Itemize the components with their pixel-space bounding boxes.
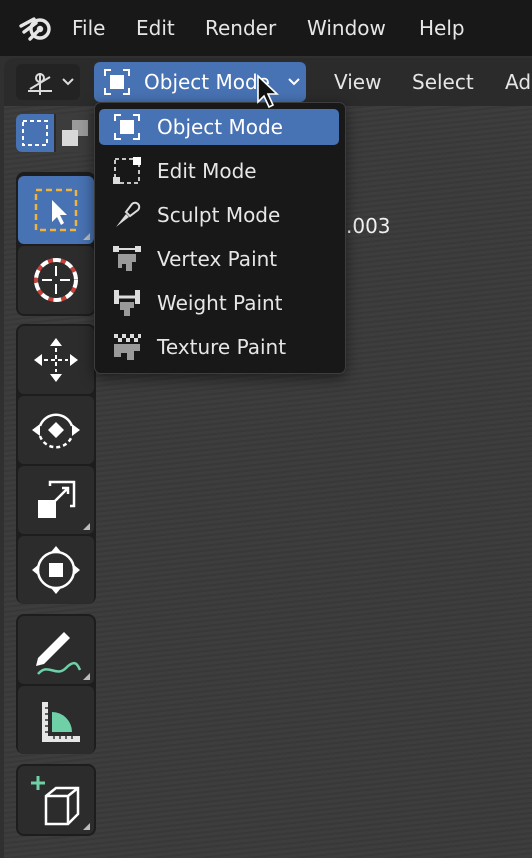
tool-options-corner <box>83 523 90 530</box>
header-menu-view[interactable]: View <box>334 66 381 98</box>
3d-viewport-editor-icon <box>28 73 52 95</box>
select-new-icon <box>22 120 48 146</box>
tool-options-corner <box>83 673 90 680</box>
mouse-pointer-icon <box>257 74 280 109</box>
blender-logo-icon[interactable] <box>18 12 54 44</box>
sculpt-mode-icon <box>116 201 141 227</box>
object-mode-icon <box>104 69 130 95</box>
move-icon <box>34 338 78 382</box>
mode-option-label: Edit Mode <box>157 159 257 183</box>
edit-mode-icon <box>113 157 141 184</box>
mode-option-label: Sculpt Mode <box>157 203 281 227</box>
menu-edit[interactable]: Edit <box>136 12 175 44</box>
mode-option-object[interactable]: Object Mode <box>99 109 339 145</box>
select-box-tool[interactable] <box>18 176 94 244</box>
tool-options-corner <box>83 823 90 830</box>
object-mode-icon <box>114 114 140 140</box>
mode-label: Object Mode <box>144 70 270 94</box>
menu-window[interactable]: Window <box>307 12 386 44</box>
tool-options-corner <box>83 233 90 240</box>
menu-help[interactable]: Help <box>419 12 465 44</box>
mode-option-sculpt[interactable]: Sculpt Mode <box>99 197 339 233</box>
select-extend-button[interactable] <box>56 114 94 152</box>
weight-paint-icon <box>114 290 140 316</box>
mode-option-label: Vertex Paint <box>157 247 278 271</box>
mode-option-edit[interactable]: Edit Mode <box>99 153 339 189</box>
toolbar-group-annotate <box>16 614 96 754</box>
selection-mode-toggles <box>16 114 94 152</box>
annotate-pen-icon <box>36 632 82 675</box>
cursor-tool[interactable] <box>18 246 94 314</box>
mode-option-label: Weight Paint <box>157 291 283 315</box>
toolbar-group-add <box>16 764 96 836</box>
add-cube-tool[interactable] <box>18 766 94 834</box>
mode-option-label: Object Mode <box>157 115 283 139</box>
mode-option-label: Texture Paint <box>157 335 287 359</box>
rotate-icon <box>32 413 80 449</box>
object-name-text: .003 <box>346 214 391 238</box>
transform-tool[interactable] <box>18 536 94 604</box>
select-new-button[interactable] <box>16 114 54 152</box>
annotate-tool[interactable] <box>18 616 94 684</box>
select-box-icon <box>34 188 78 232</box>
add-cube-icon <box>31 776 80 826</box>
menu-render[interactable]: Render <box>205 12 276 44</box>
chevron-down-icon <box>62 78 74 86</box>
texture-paint-icon <box>114 334 141 360</box>
header-menu-add[interactable]: Ad <box>505 66 531 98</box>
vertex-paint-icon <box>113 246 141 271</box>
rotate-tool[interactable] <box>18 396 94 464</box>
move-tool[interactable] <box>18 326 94 394</box>
menu-file[interactable]: File <box>72 12 105 44</box>
mode-option-vertex-paint[interactable]: Vertex Paint <box>99 241 339 277</box>
transform-icon <box>32 546 80 594</box>
scale-tool[interactable] <box>18 466 94 534</box>
scale-icon <box>38 480 76 518</box>
header-menu-select[interactable]: Select <box>412 66 474 98</box>
measure-ruler-icon <box>42 702 80 742</box>
toolbar-group-select <box>16 172 96 316</box>
3d-cursor-icon <box>34 258 78 302</box>
toolbar-group-transform <box>16 324 96 604</box>
select-extend-icon <box>62 120 88 146</box>
mode-dropdown-menu: Object Mode Edit Mode Sculpt Mode Vertex… <box>94 102 346 374</box>
measure-tool[interactable] <box>18 686 94 754</box>
mode-option-weight-paint[interactable]: Weight Paint <box>99 285 339 321</box>
top-menubar: File Edit Render Window Help <box>0 0 532 56</box>
mode-option-texture-paint[interactable]: Texture Paint <box>99 329 339 365</box>
editor-type-selector[interactable] <box>16 64 80 100</box>
chevron-down-icon <box>288 78 300 86</box>
